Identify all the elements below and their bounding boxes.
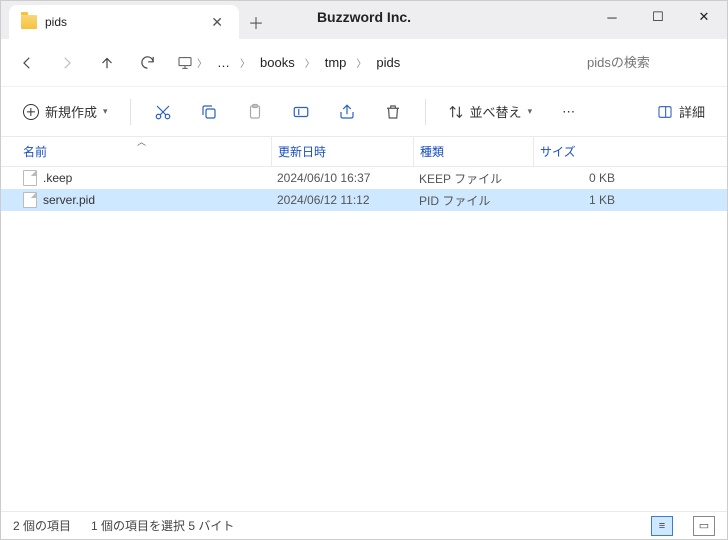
brand-label: Buzzword Inc. [317, 9, 411, 25]
chevron-right-icon: 〉 [305, 55, 315, 70]
file-icon [23, 170, 37, 186]
share-button[interactable] [327, 95, 367, 129]
chevron-right-icon: 〉 [356, 55, 366, 70]
search-input[interactable] [579, 48, 719, 78]
col-size[interactable]: サイズ [533, 137, 633, 166]
file-type: PID ファイル [413, 192, 533, 209]
maximize-button[interactable]: ☐ [635, 1, 681, 33]
status-selection: 1 個の項目を選択 5 バイト [91, 517, 234, 534]
up-button[interactable] [89, 45, 125, 81]
new-label: 新規作成 [45, 102, 97, 121]
paste-button[interactable] [235, 95, 275, 129]
status-bar: 2 個の項目 1 個の項目を選択 5 バイト ≡ ▭ [1, 511, 727, 539]
tab-current[interactable]: pids ✕ [9, 5, 239, 39]
divider [130, 99, 131, 125]
file-type: KEEP ファイル [413, 170, 533, 187]
back-button[interactable] [9, 45, 45, 81]
table-row[interactable]: .keep 2024/06/10 16:37KEEP ファイル0 KB [1, 167, 727, 189]
plus-circle-icon [23, 104, 39, 120]
chevron-right-icon: 〉 [240, 55, 250, 70]
details-button[interactable]: 詳細 [647, 95, 715, 129]
table-row[interactable]: server.pid 2024/06/12 11:12PID ファイル1 KB [1, 189, 727, 211]
file-name: .keep [43, 171, 72, 185]
more-button[interactable]: ⋯ [548, 95, 589, 129]
new-tab-button[interactable]: ＋ [239, 5, 273, 39]
col-name[interactable]: 名前︿ [17, 137, 271, 166]
view-icons-button[interactable]: ▭ [693, 516, 715, 536]
tab-close-button[interactable]: ✕ [207, 14, 227, 31]
col-type[interactable]: 種類 [413, 137, 533, 166]
file-date: 2024/06/10 16:37 [271, 171, 413, 185]
divider [425, 99, 426, 125]
view-details-button[interactable]: ≡ [651, 516, 673, 536]
copy-button[interactable] [189, 95, 229, 129]
minimize-button[interactable]: ─ [589, 1, 635, 33]
sort-icon [448, 104, 464, 120]
new-button[interactable]: 新規作成 ▾ [13, 95, 118, 129]
file-size: 1 KB [533, 193, 633, 207]
details-icon [657, 104, 673, 120]
tab-title: pids [45, 15, 199, 29]
sort-button[interactable]: 並べ替え ▾ [438, 95, 543, 129]
sort-label: 並べ替え [470, 102, 522, 121]
sort-indicator-icon: ︿ [137, 135, 146, 148]
breadcrumb-ellipsis[interactable]: … [211, 51, 236, 74]
delete-button[interactable] [373, 95, 413, 129]
cut-button[interactable] [143, 95, 183, 129]
column-headers: 名前︿ 更新日時 種類 サイズ [1, 137, 727, 167]
folder-icon [21, 15, 37, 29]
titlebar: pids ✕ ＋ Buzzword Inc. ─ ☐ ✕ [1, 1, 727, 39]
file-name: server.pid [43, 193, 95, 207]
file-list: .keep 2024/06/10 16:37KEEP ファイル0 KB server… [1, 167, 727, 511]
file-size: 0 KB [533, 171, 633, 185]
chevron-down-icon: ▾ [528, 106, 533, 117]
details-label: 詳細 [679, 102, 705, 121]
forward-button[interactable] [49, 45, 85, 81]
breadcrumb-seg-0[interactable]: books [254, 51, 301, 74]
breadcrumb[interactable]: 〉 … 〉 books 〉 tmp 〉 pids [169, 51, 575, 74]
file-date: 2024/06/12 11:12 [271, 193, 413, 207]
toolbar: 新規作成 ▾ 並べ替え ▾ ⋯ 詳細 [1, 87, 727, 137]
close-button[interactable]: ✕ [681, 1, 727, 33]
status-count: 2 個の項目 [13, 517, 71, 534]
monitor-icon [177, 55, 193, 71]
chevron-down-icon: ▾ [103, 106, 108, 117]
breadcrumb-seg-1[interactable]: tmp [319, 51, 353, 74]
chevron-right-icon: 〉 [197, 55, 207, 70]
breadcrumb-seg-2[interactable]: pids [370, 51, 406, 74]
refresh-button[interactable] [129, 45, 165, 81]
navbar: 〉 … 〉 books 〉 tmp 〉 pids [1, 39, 727, 87]
col-date[interactable]: 更新日時 [271, 137, 413, 166]
rename-button[interactable] [281, 95, 321, 129]
file-icon [23, 192, 37, 208]
